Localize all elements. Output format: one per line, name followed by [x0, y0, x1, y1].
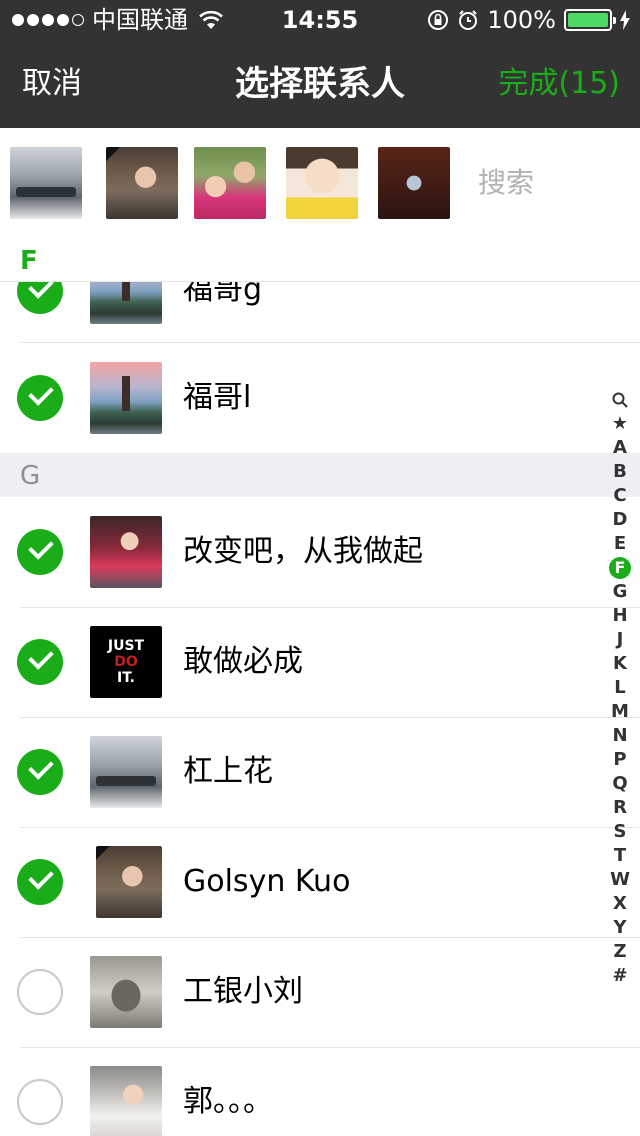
index-letter[interactable]: ★ — [606, 412, 634, 436]
status-bar: 中国联通 14:55 100% — [0, 0, 640, 40]
nike-text: IT. — [117, 670, 135, 686]
search-input[interactable]: 搜索 — [478, 166, 534, 200]
nike-text: DO — [114, 654, 138, 670]
divider — [20, 827, 640, 828]
contact-name: 敢做必成 — [183, 644, 303, 679]
list-item[interactable]: Golsyn Kuo — [0, 827, 640, 937]
rotation-lock-icon — [428, 10, 449, 30]
checked-icon[interactable] — [17, 529, 63, 575]
section-letter: G — [20, 461, 41, 491]
index-letter[interactable]: B — [606, 460, 634, 484]
index-letter[interactable]: H — [606, 604, 634, 628]
index-letter[interactable]: Y — [606, 916, 634, 940]
index-letter[interactable]: Q — [606, 772, 634, 796]
avatar — [90, 1066, 162, 1136]
index-letter[interactable]: R — [606, 796, 634, 820]
index-letter[interactable]: X — [606, 892, 634, 916]
alphabet-index[interactable]: ★ A B C D E F G H J K L M N P Q R S T W … — [606, 388, 634, 988]
contact-name: Golsyn Kuo — [183, 864, 351, 899]
nav-bar: 取消 选择联系人 完成(15) — [0, 40, 640, 128]
index-letter[interactable]: W — [606, 868, 634, 892]
checked-icon[interactable] — [17, 859, 63, 905]
index-letter-active[interactable]: F — [606, 556, 634, 580]
alarm-icon — [459, 10, 478, 30]
list-item[interactable]: 改变吧，从我做起 — [0, 497, 640, 607]
index-letter[interactable]: J — [606, 628, 634, 652]
checked-icon[interactable] — [17, 749, 63, 795]
selected-avatar[interactable] — [286, 147, 358, 219]
selected-avatar[interactable] — [378, 147, 450, 219]
avatar: JUST DO IT. — [90, 626, 162, 698]
list-item[interactable]: 福哥l — [0, 342, 640, 453]
index-letter[interactable]: L — [606, 676, 634, 700]
index-letter[interactable]: G — [606, 580, 634, 604]
charging-icon — [620, 10, 630, 30]
contact-name: 杠上花 — [183, 754, 273, 789]
list-item[interactable]: 郭。。。 — [0, 1047, 640, 1136]
avatar — [90, 736, 162, 808]
selected-avatar[interactable] — [10, 147, 82, 219]
contact-name: 福哥l — [183, 380, 252, 415]
nike-text: JUST — [107, 638, 145, 654]
section-header-f: F — [0, 238, 640, 282]
divider — [20, 1047, 640, 1048]
index-letter[interactable]: M — [606, 700, 634, 724]
section-header-g: G — [0, 453, 640, 497]
contact-name: 工银小刘 — [183, 974, 303, 1009]
index-search-icon[interactable] — [606, 388, 634, 412]
index-letter[interactable]: P — [606, 748, 634, 772]
list-item[interactable]: 杠上花 — [0, 717, 640, 827]
avatar — [90, 362, 162, 434]
index-letter[interactable]: T — [606, 844, 634, 868]
index-letter[interactable]: C — [606, 484, 634, 508]
divider — [20, 717, 640, 718]
unchecked-icon[interactable] — [17, 1079, 63, 1125]
avatar — [90, 956, 162, 1028]
divider — [20, 342, 640, 343]
index-letter[interactable]: K — [606, 652, 634, 676]
selected-avatar[interactable] — [194, 147, 266, 219]
unchecked-icon[interactable] — [17, 969, 63, 1015]
section-letter: F — [20, 246, 38, 276]
checked-icon[interactable] — [17, 375, 63, 421]
battery-icon — [564, 9, 616, 31]
selected-avatar[interactable] — [106, 147, 178, 219]
list-item[interactable]: 工银小刘 — [0, 937, 640, 1047]
battery-percent: 100% — [487, 6, 556, 34]
index-letter[interactable]: A — [606, 436, 634, 460]
contact-name: 郭。。。 — [183, 1084, 273, 1119]
avatar — [96, 846, 162, 918]
selected-contacts-strip: 搜索 — [0, 128, 640, 238]
checked-icon[interactable] — [17, 639, 63, 685]
index-letter[interactable]: D — [606, 508, 634, 532]
contact-name: 改变吧，从我做起 — [183, 534, 423, 569]
index-letter: F — [609, 557, 631, 579]
divider — [20, 937, 640, 938]
divider — [20, 607, 640, 608]
index-letter[interactable]: N — [606, 724, 634, 748]
avatar — [90, 516, 162, 588]
index-letter[interactable]: E — [606, 532, 634, 556]
done-button[interactable]: 完成(15) — [498, 64, 620, 104]
index-letter[interactable]: # — [606, 964, 634, 988]
index-letter[interactable]: Z — [606, 940, 634, 964]
list-item[interactable]: JUST DO IT. 敢做必成 — [0, 607, 640, 717]
index-letter[interactable]: S — [606, 820, 634, 844]
